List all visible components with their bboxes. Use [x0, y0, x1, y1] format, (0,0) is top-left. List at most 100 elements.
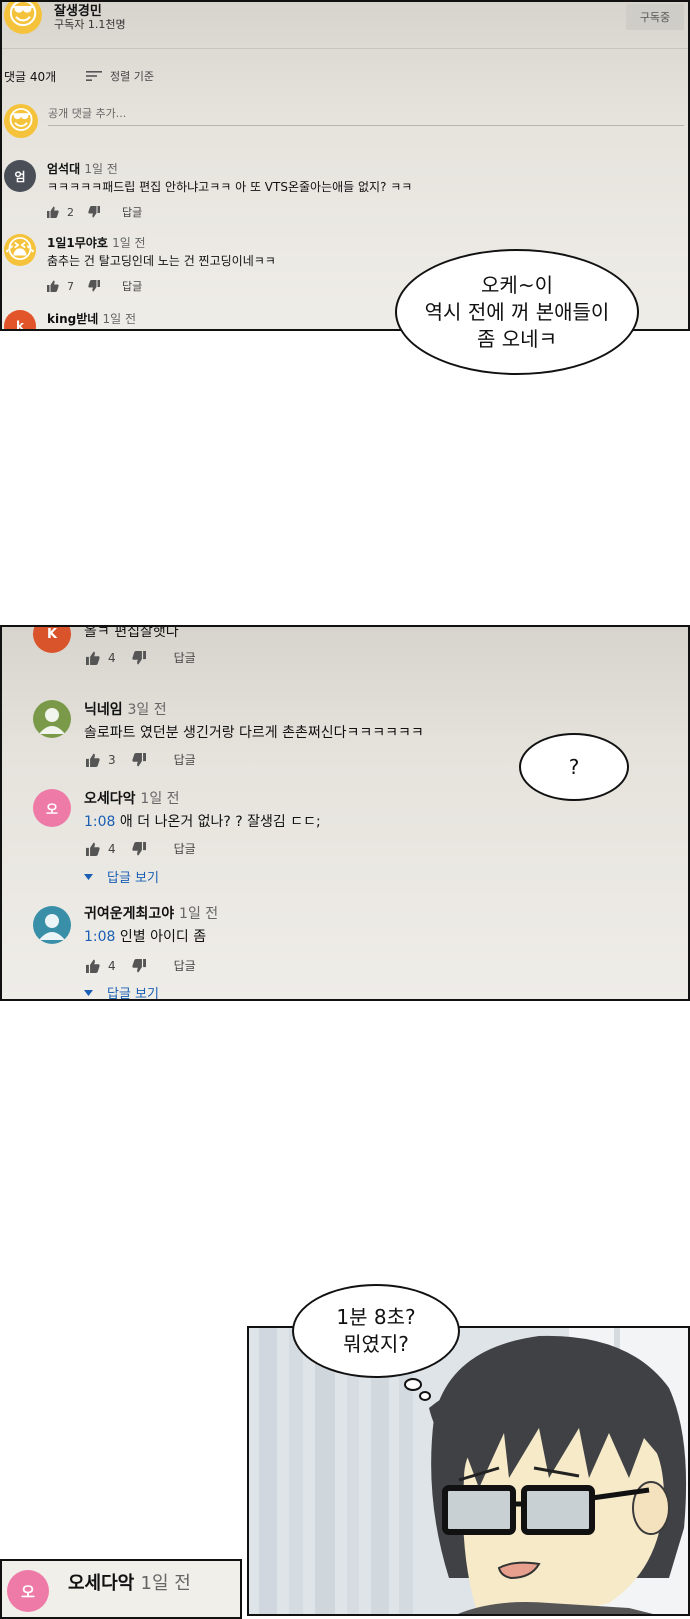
thumb-down-icon[interactable] [132, 958, 146, 973]
thumb-up-icon[interactable] [86, 842, 100, 856]
view-replies-label: 답글 보기 [107, 871, 159, 886]
reply-button[interactable]: 답글 [174, 751, 196, 768]
divider [2, 48, 688, 49]
subscribe-button[interactable]: 구독중 [626, 4, 684, 30]
comment-text: 1:08 인별 아이디 좀 [84, 926, 206, 946]
view-replies-button[interactable]: 답글 보기 [84, 867, 159, 886]
reply-button[interactable]: 답글 [174, 957, 196, 974]
subscribe-button-label: 구독중 [639, 11, 671, 24]
sort-label: 정렬 기준 [110, 70, 154, 83]
add-comment-input[interactable]: 공개 댓글 추가... [48, 105, 684, 126]
comment-avatar[interactable]: K [33, 627, 71, 653]
thumb-up-icon[interactable] [86, 753, 100, 767]
comment-time: 1일 전 [140, 791, 180, 807]
thought-bubble-text: 1분 8초? 뭐였지? [336, 1304, 415, 1358]
comment-avatar[interactable]: 오 [7, 1570, 49, 1612]
author-name[interactable]: 오세다악 [84, 791, 136, 807]
thumb-up-icon[interactable] [86, 651, 100, 665]
comment-avatar[interactable] [33, 700, 71, 738]
bubble-line: 좀 오네ㅋ [477, 326, 557, 351]
comment-avatar[interactable]: 😭 [4, 234, 36, 266]
comment-avatar[interactable]: k [4, 310, 36, 329]
chevron-down-icon [84, 989, 93, 996]
default-user-icon [39, 708, 65, 734]
sort-icon [86, 71, 102, 81]
user-avatar: 😎 [4, 104, 38, 138]
comment-author: king받네 1일 전 [47, 310, 136, 327]
subscriber-count: 구독자 1.1천명 [54, 18, 126, 31]
comment-author: 귀여운게최고야 1일 전 [84, 903, 218, 923]
thumb-up-icon[interactable] [47, 280, 59, 292]
avatar-letter: 오 [21, 1582, 35, 1601]
speech-bubble: 오케~이 역시 전에 꺼 본애들이 좀 오네ㅋ [395, 249, 639, 375]
character-panel [247, 1326, 690, 1616]
comment-author: 1일1무야호 1일 전 [47, 234, 146, 251]
comment-time: 1일 전 [112, 236, 146, 250]
comment-time: 1일 전 [102, 312, 137, 326]
comment-avatar[interactable]: 엄 [4, 160, 36, 192]
like-count: 4 [108, 958, 116, 973]
comment-author: 오세다악 1일 전 [68, 1569, 191, 1595]
sunglasses-emoji-icon: 😎 [7, 106, 35, 136]
comment-body: 인별 아이디 좀 [115, 929, 207, 945]
thumb-up-icon[interactable] [47, 206, 59, 218]
comment-author: 엄석대 1일 전 [47, 160, 118, 177]
comment-actions: 7 답글 [47, 278, 142, 294]
thumb-up-icon[interactable] [86, 959, 100, 973]
comment-text: 솔로파트 였던분 생긴거랑 다르게 촌촌쩌신다ㅋㅋㅋㅋㅋㅋ [84, 725, 424, 741]
comment-text: ㅋㅋㅋㅋㅋ패드립 편집 안하냐고ㅋㅋ 아 또 VTS온줄아는애들 없지? ㅋㅋ [47, 180, 413, 194]
comment-time: 1일 전 [179, 906, 219, 922]
sunglasses-emoji-icon: 😎 [7, 0, 39, 32]
comment-time: 1일 전 [84, 162, 118, 176]
comment-panel-3: 오 오세다악 1일 전 [0, 1559, 242, 1619]
speech-bubble-text: ? [568, 754, 580, 779]
add-comment-placeholder: 공개 댓글 추가... [48, 107, 127, 120]
thumb-down-icon[interactable] [132, 841, 146, 856]
avatar-letter: 오 [46, 802, 58, 818]
comment-text: 춤추는 건 탈고딩인데 노는 건 찐고딩이네ㅋㅋ [47, 254, 276, 268]
thumb-down-icon[interactable] [132, 650, 146, 665]
thumb-down-icon[interactable] [88, 206, 100, 218]
comment-time: 1일 전 [140, 1573, 191, 1594]
default-user-icon [39, 914, 65, 940]
crying-emoji-icon: 😭 [4, 235, 36, 265]
reply-button[interactable]: 답글 [122, 204, 142, 220]
speech-bubble-text: 오케~이 역시 전에 꺼 본애들이 좀 오네ㅋ [425, 272, 610, 353]
like-count: 4 [108, 650, 116, 665]
bubble-line: 뭐였지? [343, 1332, 409, 1356]
author-name[interactable]: 오세다악 [68, 1573, 134, 1594]
thumb-down-icon[interactable] [88, 280, 100, 292]
comment-actions: 2 답글 [47, 204, 142, 220]
reply-button[interactable]: 답글 [174, 649, 196, 666]
thumb-down-icon[interactable] [132, 752, 146, 767]
author-name[interactable]: 엄석대 [47, 162, 80, 176]
bubble-line: 오케~이 [481, 272, 553, 297]
sort-button[interactable]: 정렬 기준 [86, 68, 154, 84]
video-timestamp-link[interactable]: 1:08 [84, 814, 115, 830]
author-name[interactable]: 귀여운게최고야 [84, 906, 174, 922]
reply-button[interactable]: 답글 [122, 278, 142, 294]
comment-avatar[interactable]: 오 [33, 789, 71, 827]
author-name[interactable]: 1일1무야호 [47, 236, 108, 250]
comment-actions: 4 답글 [86, 649, 196, 666]
speech-bubble: ? [519, 733, 629, 801]
comment-actions: 4 답글 [86, 957, 196, 974]
channel-avatar[interactable]: 😎 [4, 0, 42, 34]
comment-panel-2: K 올ㅋ 편집잘햇다 4 답글 닉네임 3일 전 솔로파트 였던분 생긴거랑 다… [0, 625, 690, 1001]
bubble-line: 1분 8초? [336, 1305, 416, 1329]
comment-count: 댓글 40개 [4, 70, 57, 84]
comment-actions: 3 답글 [86, 751, 196, 768]
thought-bubble: 1분 8초? 뭐였지? [292, 1284, 460, 1378]
comment-avatar[interactable] [33, 906, 71, 944]
bubble-line: 역시 전에 꺼 본애들이 [424, 299, 610, 324]
comment-author: 닉네임 3일 전 [84, 699, 167, 719]
thought-dot [404, 1378, 422, 1391]
thought-dot [419, 1391, 431, 1401]
character-illustration [249, 1328, 688, 1614]
video-timestamp-link[interactable]: 1:08 [84, 929, 115, 945]
view-replies-button[interactable]: 답글 보기 [84, 983, 159, 999]
reply-button[interactable]: 답글 [174, 840, 196, 857]
author-name[interactable]: 닉네임 [84, 702, 123, 718]
author-name[interactable]: king받네 [47, 312, 98, 326]
like-count: 2 [67, 205, 74, 219]
